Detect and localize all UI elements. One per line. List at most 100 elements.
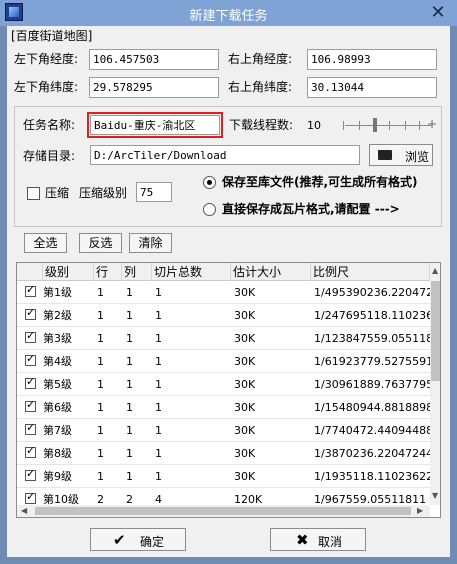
folder-icon	[378, 150, 392, 160]
task-settings-group: 任务名称: 下载线程数: 10 + 存储目录: 浏览 压缩 压缩级	[14, 106, 442, 227]
cell-row: 1	[97, 309, 104, 322]
cell-level: 第1级	[43, 286, 72, 299]
cell-row: 1	[97, 470, 104, 483]
table-row[interactable]: 第5级 1 1 1 30K 1/30961889.7637795	[17, 373, 433, 396]
select-all-button[interactable]: 全选	[24, 233, 67, 253]
table-row[interactable]: 第2级 1 1 1 30K 1/247695118.110236	[17, 304, 433, 327]
row-checkbox[interactable]	[25, 467, 36, 481]
top-right-lat-input[interactable]	[307, 77, 437, 98]
table-row[interactable]: 第6级 1 1 1 30K 1/15480944.8818898	[17, 396, 433, 419]
cell-row: 1	[97, 447, 104, 460]
scroll-up-icon[interactable]: ▲	[432, 266, 438, 276]
close-button[interactable]: ✕	[426, 3, 450, 23]
browse-button[interactable]: 浏览	[369, 144, 433, 166]
scroll-left-icon[interactable]: ◀	[21, 506, 27, 516]
cell-row: 1	[97, 355, 104, 368]
cell-est-size: 30K	[234, 332, 256, 345]
cell-col: 1	[126, 309, 133, 322]
threads-plus-icon[interactable]: +	[427, 117, 437, 131]
cell-tile-count: 1	[155, 309, 162, 322]
compress-checkbox[interactable]	[27, 187, 40, 200]
header-col[interactable]: 列	[122, 263, 152, 281]
scroll-down-icon[interactable]: ▼	[432, 491, 438, 501]
table-row[interactable]: 第3级 1 1 1 30K 1/123847559.055118	[17, 327, 434, 350]
compress-level-input[interactable]	[136, 182, 172, 202]
header-est-size[interactable]: 估计大小	[231, 263, 311, 281]
cell-col: 1	[126, 332, 133, 345]
dialog-window: 新建下载任务 ✕ [百度街道地图] 左下角经度: 右上角经度: 左下角纬度: 右…	[0, 0, 457, 564]
row-checkbox[interactable]	[25, 329, 36, 343]
header-check-column	[17, 263, 43, 281]
compress-label: 压缩	[45, 186, 70, 200]
cell-scale: 1/7740472.44094488	[314, 424, 434, 437]
cell-level: 第8级	[43, 447, 72, 460]
table-row[interactable]: 第9级 1 1 1 30K 1/1935118.11023622	[17, 465, 433, 488]
row-checkbox[interactable]	[25, 306, 36, 320]
header-tile-count[interactable]: 切片总数	[152, 263, 231, 281]
row-checkbox[interactable]	[25, 398, 36, 412]
ok-button[interactable]: ✔ 确定	[90, 528, 186, 551]
cell-tile-count: 1	[155, 378, 162, 391]
cell-scale: 1/495390236.220472	[314, 286, 434, 299]
invert-selection-button[interactable]: 反选	[79, 233, 122, 253]
clear-button[interactable]: 清除	[129, 233, 172, 253]
cell-tile-count: 1	[155, 286, 162, 299]
cell-tile-count: 1	[155, 332, 162, 345]
cell-level: 第6级	[43, 401, 72, 414]
bottom-left-lat-input[interactable]	[89, 77, 219, 98]
row-checkbox[interactable]	[25, 352, 36, 366]
header-row[interactable]: 行	[94, 263, 122, 281]
threads-slider-thumb[interactable]	[373, 118, 377, 132]
cell-row: 1	[97, 401, 104, 414]
cell-est-size: 30K	[234, 424, 256, 437]
cell-scale: 1/61923779.5275591	[314, 355, 434, 368]
top-right-lon-label: 右上角经度:	[228, 52, 293, 66]
cell-tile-count: 1	[155, 401, 162, 414]
save-tiles-label: 直接保存成瓦片格式,请配置 --->	[222, 202, 400, 216]
cell-level: 第3级	[43, 332, 72, 345]
title-bar: 新建下载任务 ✕	[0, 0, 457, 26]
header-scale[interactable]: 比例尺	[311, 263, 430, 281]
cancel-button[interactable]: ✖ 取消	[270, 528, 366, 551]
bottom-left-lon-input[interactable]	[89, 49, 219, 70]
save-db-label: 保存至库文件(推荐,可生成所有格式)	[222, 175, 418, 189]
cell-row: 1	[97, 286, 104, 299]
cell-col: 1	[126, 447, 133, 460]
row-checkbox[interactable]	[25, 421, 36, 435]
table-row[interactable]: 第8级 1 1 1 30K 1/3870236.22047244	[17, 442, 433, 465]
header-level[interactable]: 级别	[43, 263, 94, 281]
cell-tile-count: 1	[155, 424, 162, 437]
row-checkbox[interactable]	[25, 444, 36, 458]
levels-table: 级别 行 列 切片总数 估计大小 比例尺 第1级 1 1 1 30K 1/49539023…	[16, 262, 441, 518]
cell-row: 1	[97, 424, 104, 437]
row-checkbox[interactable]	[25, 283, 36, 297]
horizontal-scrollbar[interactable]: ◀ ▶	[17, 505, 430, 517]
radio-save-tiles[interactable]	[203, 203, 216, 216]
vertical-scrollbar[interactable]: ▲ ▼	[430, 263, 440, 505]
ok-label: 确定	[140, 535, 165, 549]
table-header: 级别 行 列 切片总数 估计大小 比例尺	[17, 263, 430, 281]
cell-est-size: 30K	[234, 401, 256, 414]
storage-dir-input[interactable]	[90, 145, 360, 165]
top-right-lon-input[interactable]	[307, 49, 437, 70]
cell-scale: 1/123847559.055118	[314, 332, 434, 345]
cell-level: 第4级	[43, 355, 72, 368]
cell-row: 1	[97, 378, 104, 391]
bottom-left-lat-label: 左下角纬度:	[14, 80, 79, 94]
table-row[interactable]: 第7级 1 1 1 30K 1/7740472.44094488	[17, 419, 434, 442]
cell-tile-count: 1	[155, 447, 162, 460]
radio-save-db[interactable]	[203, 176, 216, 189]
table-row[interactable]: 第1级 1 1 1 30K 1/495390236.220472	[17, 281, 434, 304]
horizontal-scroll-thumb[interactable]	[35, 507, 411, 515]
cell-col: 1	[126, 424, 133, 437]
row-checkbox[interactable]	[25, 490, 36, 504]
table-row[interactable]: 第4级 1 1 1 30K 1/61923779.5275591	[17, 350, 434, 373]
vertical-scroll-thumb[interactable]	[431, 281, 440, 381]
task-name-input[interactable]	[90, 115, 220, 135]
threads-slider[interactable]: +	[343, 117, 437, 132]
cell-col: 1	[126, 355, 133, 368]
row-checkbox[interactable]	[25, 375, 36, 389]
scroll-right-icon[interactable]: ▶	[417, 506, 423, 516]
storage-dir-label: 存储目录:	[23, 149, 76, 163]
window-title: 新建下载任务	[189, 9, 268, 24]
